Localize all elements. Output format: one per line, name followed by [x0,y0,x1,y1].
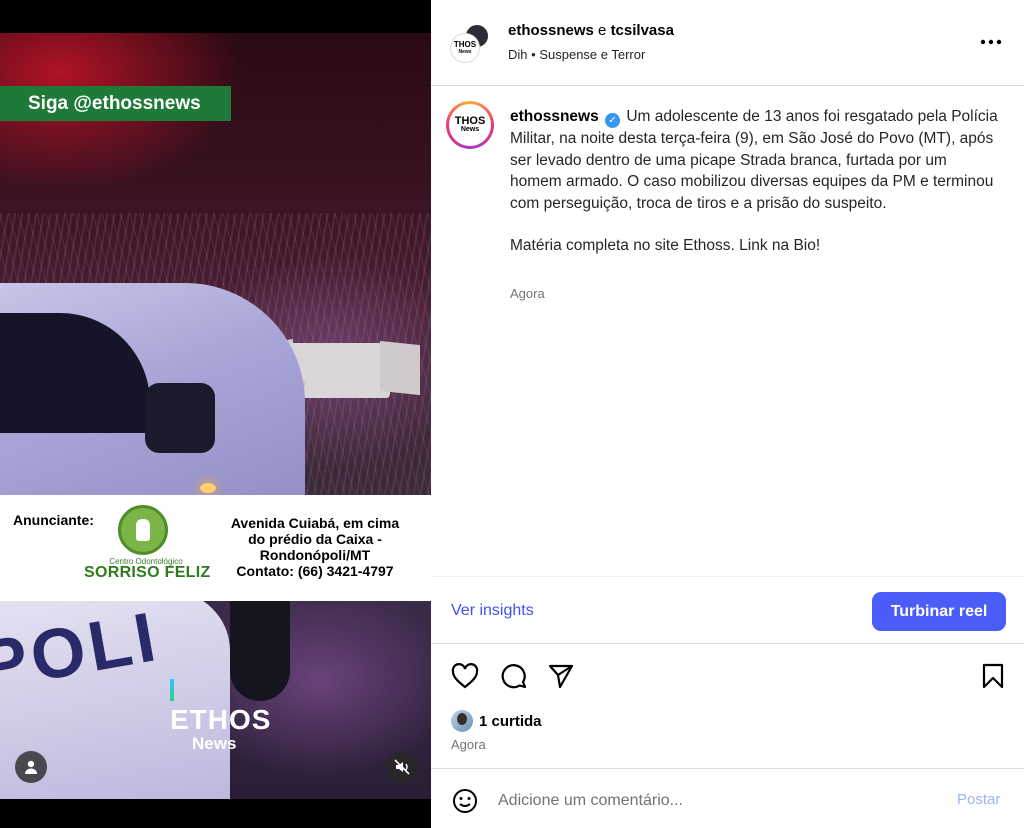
address-line: do prédio da Caixa - [248,531,382,547]
verified-badge-icon: ✓ [605,113,621,128]
audio-title[interactable]: Suspense e Terror [539,47,645,62]
like-button[interactable] [449,660,481,692]
advertiser-brand: SORRISO FELIZ [84,564,211,581]
audio-info[interactable]: Dih • Suspense e Terror [508,47,645,62]
reel-media[interactable]: Siga @ethossnews Anunciante: Centro Odon… [0,0,431,828]
comment-bar: Postar [431,768,1024,828]
author-conjunction: e [598,22,607,39]
avatar[interactable]: THOS News [450,33,480,63]
post-comment-button[interactable]: Postar [957,791,1000,808]
muted-speaker-icon [394,759,410,775]
post-details-panel: THOS News ethossnews e tcsilvasa Dih • Su… [431,0,1024,828]
caption-area: THOS News ethossnews ✓ Um adolescente de … [431,87,1024,576]
ethos-logo-icon: THOS News [453,40,477,56]
likes-count[interactable]: 1 curtida [479,713,542,730]
collab-avatars[interactable]: THOS News [450,23,490,63]
vehicle-text: POLI [0,601,165,705]
view-insights-link[interactable]: Ver insights [451,602,534,620]
heart-icon [451,663,479,689]
send-icon [548,664,574,689]
address-line: Rondonópoli/MT [259,547,371,563]
insights-bar: Ver insights Turbinar reel [431,576,1024,644]
emoji-icon [453,789,477,813]
bookmark-icon [982,663,1004,689]
save-button[interactable] [977,660,1009,692]
caption-text: ethossnews ✓ Um adolescente de 13 anos f… [510,106,1000,257]
caption-timestamp: Agora [510,286,545,301]
tagged-users-button[interactable] [15,751,47,783]
user-icon [25,760,37,774]
avatar [451,710,473,732]
author-link[interactable]: tcsilvasa [611,22,674,39]
likes-summary[interactable]: 1 curtida [451,709,542,733]
watermark-top: ETHOS [170,704,272,735]
more-options-button[interactable] [977,30,1005,54]
comment-icon [501,664,527,689]
ethos-logo-icon: THOS News [454,115,486,134]
audio-toggle-button[interactable] [386,751,418,783]
audio-artist[interactable]: Dih [508,47,528,62]
follow-banner: Siga @ethossnews [0,86,231,121]
ethos-watermark: ETHOS News [170,675,270,753]
comment-input[interactable] [498,787,938,815]
post-timestamp: Agora [451,737,486,752]
more-horizontal-icon [980,39,1002,45]
advertiser-banner: Anunciante: Centro Odontológico SORRISO … [0,495,431,601]
address-line: Contato: (66) 3421-4797 [236,563,394,579]
action-bar [431,655,1024,695]
advertiser-address: Avenida Cuiabá, em cima do prédio da Cai… [215,515,415,579]
comment-button[interactable] [497,660,529,692]
separator: • [531,47,536,62]
avatar[interactable]: THOS News [446,101,494,149]
post-header: THOS News ethossnews e tcsilvasa Dih • Su… [431,0,1024,86]
advertiser-label: Anunciante: [13,512,94,528]
share-button[interactable] [545,660,577,692]
watermark-bottom: News [192,734,237,753]
tooth-logo-icon [118,505,168,555]
address-line: Avenida Cuiabá, em cima [230,515,400,531]
caption-footer: Matéria completa no site Ethoss. Link na… [510,237,821,254]
author-link[interactable]: ethossnews [508,22,594,39]
emoji-button[interactable] [451,787,479,815]
boost-reel-button[interactable]: Turbinar reel [872,592,1006,631]
post-authors: ethossnews e tcsilvasa [508,22,674,39]
caption-username[interactable]: ethossnews [510,108,599,125]
